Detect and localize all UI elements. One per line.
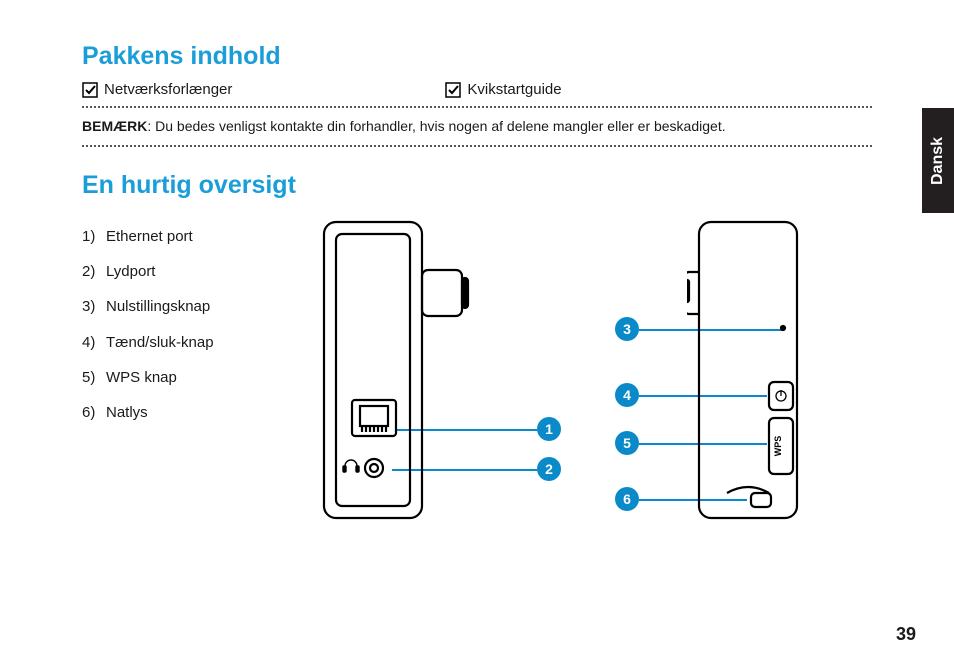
checkbox-checked-icon xyxy=(445,82,461,98)
manual-page: Pakkens indhold Netværksforlænger Kvikst… xyxy=(0,0,954,661)
heading-package-contents: Pakkens indhold xyxy=(82,42,872,71)
check-label: Netværksforlænger xyxy=(104,81,232,98)
checklist: Netværksforlænger Kvikstartguide xyxy=(82,81,872,98)
wps-label: WPS xyxy=(773,436,783,457)
heading-quick-overview: En hurtig oversigt xyxy=(82,171,872,200)
callout-6: 6 xyxy=(615,487,639,511)
device-right-illustration: WPS xyxy=(687,210,827,530)
headphone-icon xyxy=(343,460,359,472)
note-body: : Du bedes venligst kontakte din forhand… xyxy=(147,118,725,134)
check-label: Kvikstartguide xyxy=(467,81,561,98)
callout-2: 2 xyxy=(537,457,561,481)
note-label: BEMÆRK xyxy=(82,118,147,134)
callout-5: 5 xyxy=(615,431,639,455)
divider-dotted xyxy=(82,145,872,147)
device-left-illustration xyxy=(312,210,472,530)
power-icon xyxy=(776,390,786,401)
note-text: BEMÆRK: Du bedes venligst kontakte din f… xyxy=(82,108,872,145)
legend-item: 5)WPS knap xyxy=(82,369,287,386)
legend-item: 4)Tænd/sluk-knap xyxy=(82,334,287,351)
device-diagram: WPS 1 2 3 4 5 6 xyxy=(287,210,872,550)
check-item-extender: Netværksforlænger xyxy=(82,81,232,98)
callout-4: 4 xyxy=(615,383,639,407)
check-item-guide: Kvikstartguide xyxy=(445,81,872,98)
legend-item: 3)Nulstillingsknap xyxy=(82,298,287,315)
callout-3: 3 xyxy=(615,317,639,341)
legend-list: 1)Ethernet port 2)Lydport 3)Nulstillings… xyxy=(82,210,287,550)
content-area: Pakkens indhold Netværksforlænger Kvikst… xyxy=(82,42,872,550)
callout-1: 1 xyxy=(537,417,561,441)
overview-row: 1)Ethernet port 2)Lydport 3)Nulstillings… xyxy=(82,210,872,550)
legend-item: 1)Ethernet port xyxy=(82,228,287,245)
language-tab: Dansk xyxy=(922,108,954,213)
legend-item: 6)Natlys xyxy=(82,404,287,421)
checkbox-checked-icon xyxy=(82,82,98,98)
section-quick-overview: En hurtig oversigt 1)Ethernet port 2)Lyd… xyxy=(82,171,872,550)
page-number: 39 xyxy=(896,624,916,645)
legend-item: 2)Lydport xyxy=(82,263,287,280)
